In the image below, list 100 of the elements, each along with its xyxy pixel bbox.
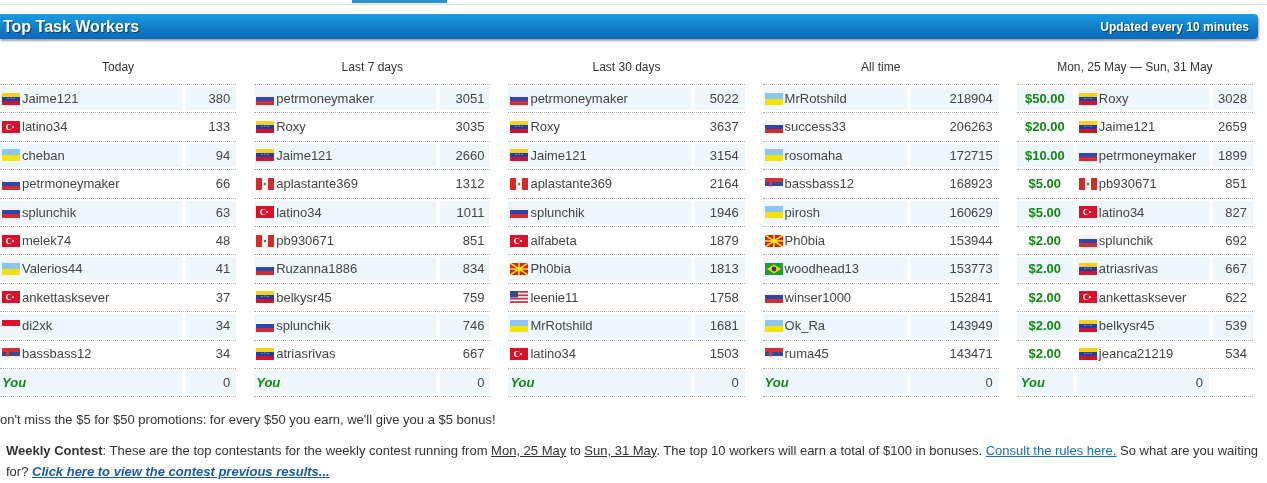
flag-icon <box>2 263 20 276</box>
worker-cell: Valerios44 <box>0 257 183 281</box>
flag-icon <box>256 121 275 134</box>
flag-icon <box>2 177 20 190</box>
score-cell: 1681 <box>694 314 745 338</box>
flag-icon <box>510 149 529 162</box>
you-cell: You <box>0 370 183 395</box>
column-heading: Last 30 days <box>591 59 662 76</box>
column-heading: Today <box>101 59 136 76</box>
flag-icon <box>764 92 783 105</box>
score-cell: 539 <box>1213 314 1253 338</box>
flag-icon <box>764 206 783 219</box>
worker-cell: petrmoneymaker <box>1076 143 1209 168</box>
score-cell: 0 <box>910 370 999 395</box>
column-heading: Mon, 25 May — Sun, 31 May <box>1056 59 1214 76</box>
worker-cell: latino34 <box>1076 200 1209 224</box>
flag-icon <box>764 263 783 276</box>
flag-icon <box>1078 92 1097 105</box>
score-cell: 1011 <box>440 200 491 224</box>
flag-icon <box>510 206 529 219</box>
score-cell: 3051 <box>440 87 491 111</box>
flag-icon <box>510 121 529 134</box>
prize-cell: $5.00 <box>1016 200 1073 224</box>
flag-icon <box>256 92 275 105</box>
worker-cell: MrRotshild <box>762 87 907 111</box>
score-cell: 34 <box>186 314 237 338</box>
flag-icon <box>256 177 275 190</box>
worker-cell: splunchik <box>508 200 691 224</box>
flag-icon <box>2 121 20 134</box>
score-cell: 1899 <box>1213 143 1253 168</box>
you-cell: You <box>1016 370 1073 395</box>
score-cell: 827 <box>1213 200 1253 224</box>
flag-icon <box>1078 319 1097 332</box>
score-cell: 0 <box>1076 370 1209 395</box>
worker-cell: di2xk <box>0 314 183 338</box>
flag-icon <box>764 348 783 361</box>
results-link[interactable]: Click here to view the contest previous results... <box>32 463 330 479</box>
worker-cell: petrmoneymaker <box>508 87 691 111</box>
flag-icon <box>256 263 275 276</box>
worker-cell: petrmoneymaker <box>254 87 437 111</box>
flag-icon <box>764 121 783 134</box>
worker-cell: Jaime121 <box>0 87 183 111</box>
worker-cell: MrRotshild <box>508 314 691 338</box>
flag-icon <box>510 263 529 276</box>
score-cell: 380 <box>186 87 237 111</box>
flag-icon <box>2 319 20 332</box>
flag-icon <box>2 206 20 219</box>
worker-cell: Ruzanna1886 <box>254 257 437 281</box>
worker-cell: splunchik <box>0 200 183 224</box>
score-cell: 153773 <box>910 257 999 281</box>
worker-cell: latino34 <box>254 200 437 224</box>
score-cell: 160629 <box>910 200 999 224</box>
worker-cell: splunchik <box>254 314 437 338</box>
score-cell: 172715 <box>910 143 999 168</box>
flag-icon <box>2 234 20 247</box>
flag-icon <box>510 319 529 332</box>
score-cell: 0 <box>440 370 491 395</box>
flag-icon <box>1078 206 1097 219</box>
flag-icon <box>2 149 20 162</box>
flag-icon <box>256 319 275 332</box>
you-cell: You <box>762 370 907 395</box>
flag-icon <box>256 348 275 361</box>
flag-icon <box>764 319 783 332</box>
score-cell: 0 <box>694 370 745 395</box>
flag-icon <box>1078 121 1097 134</box>
flag-icon <box>510 92 529 105</box>
flag-icon <box>1078 263 1097 276</box>
worker-cell: Ph0bia <box>508 257 691 281</box>
flag-icon <box>256 149 275 162</box>
score-cell: 218904 <box>910 87 999 111</box>
flag-icon <box>2 291 20 304</box>
flag-icon <box>256 206 275 219</box>
score-cell: 63 <box>186 200 237 224</box>
score-cell: 1946 <box>694 200 745 224</box>
score-cell: 143949 <box>910 314 999 338</box>
flag-icon <box>1078 149 1097 162</box>
worker-cell: cheban <box>0 143 183 168</box>
score-cell: 667 <box>1213 257 1253 281</box>
promo-text: on't miss the $5 for $50 promotions: for every $50 you earn, we'll give you a $5 bonus! <box>0 411 497 430</box>
flag-icon <box>510 234 529 247</box>
score-cell: 0 <box>186 370 237 395</box>
flag-icon <box>1078 348 1097 361</box>
score-cell: 5022 <box>694 87 745 111</box>
header-title: Top Task Workers <box>3 16 140 37</box>
worker-cell: rosomaha <box>762 143 907 168</box>
flag-icon <box>764 149 783 162</box>
worker-cell: atriasrivas <box>1076 257 1209 281</box>
score-cell: 3028 <box>1213 87 1253 111</box>
worker-cell: Jaime121 <box>254 143 437 168</box>
flag-icon <box>256 234 275 247</box>
rules-link[interactable]: Consult the rules here. <box>985 442 1117 458</box>
column-heading: Last 7 days <box>340 59 404 76</box>
prize-cell: $10.00 <box>1016 143 1073 168</box>
flag-icon <box>764 177 783 190</box>
worker-cell: woodhead13 <box>762 257 907 281</box>
score-cell: 2660 <box>440 143 491 168</box>
flag-icon <box>510 177 529 190</box>
score-cell: 41 <box>186 257 237 281</box>
worker-cell: Ok_Ra <box>762 314 907 338</box>
score-cell: 3154 <box>694 143 745 168</box>
